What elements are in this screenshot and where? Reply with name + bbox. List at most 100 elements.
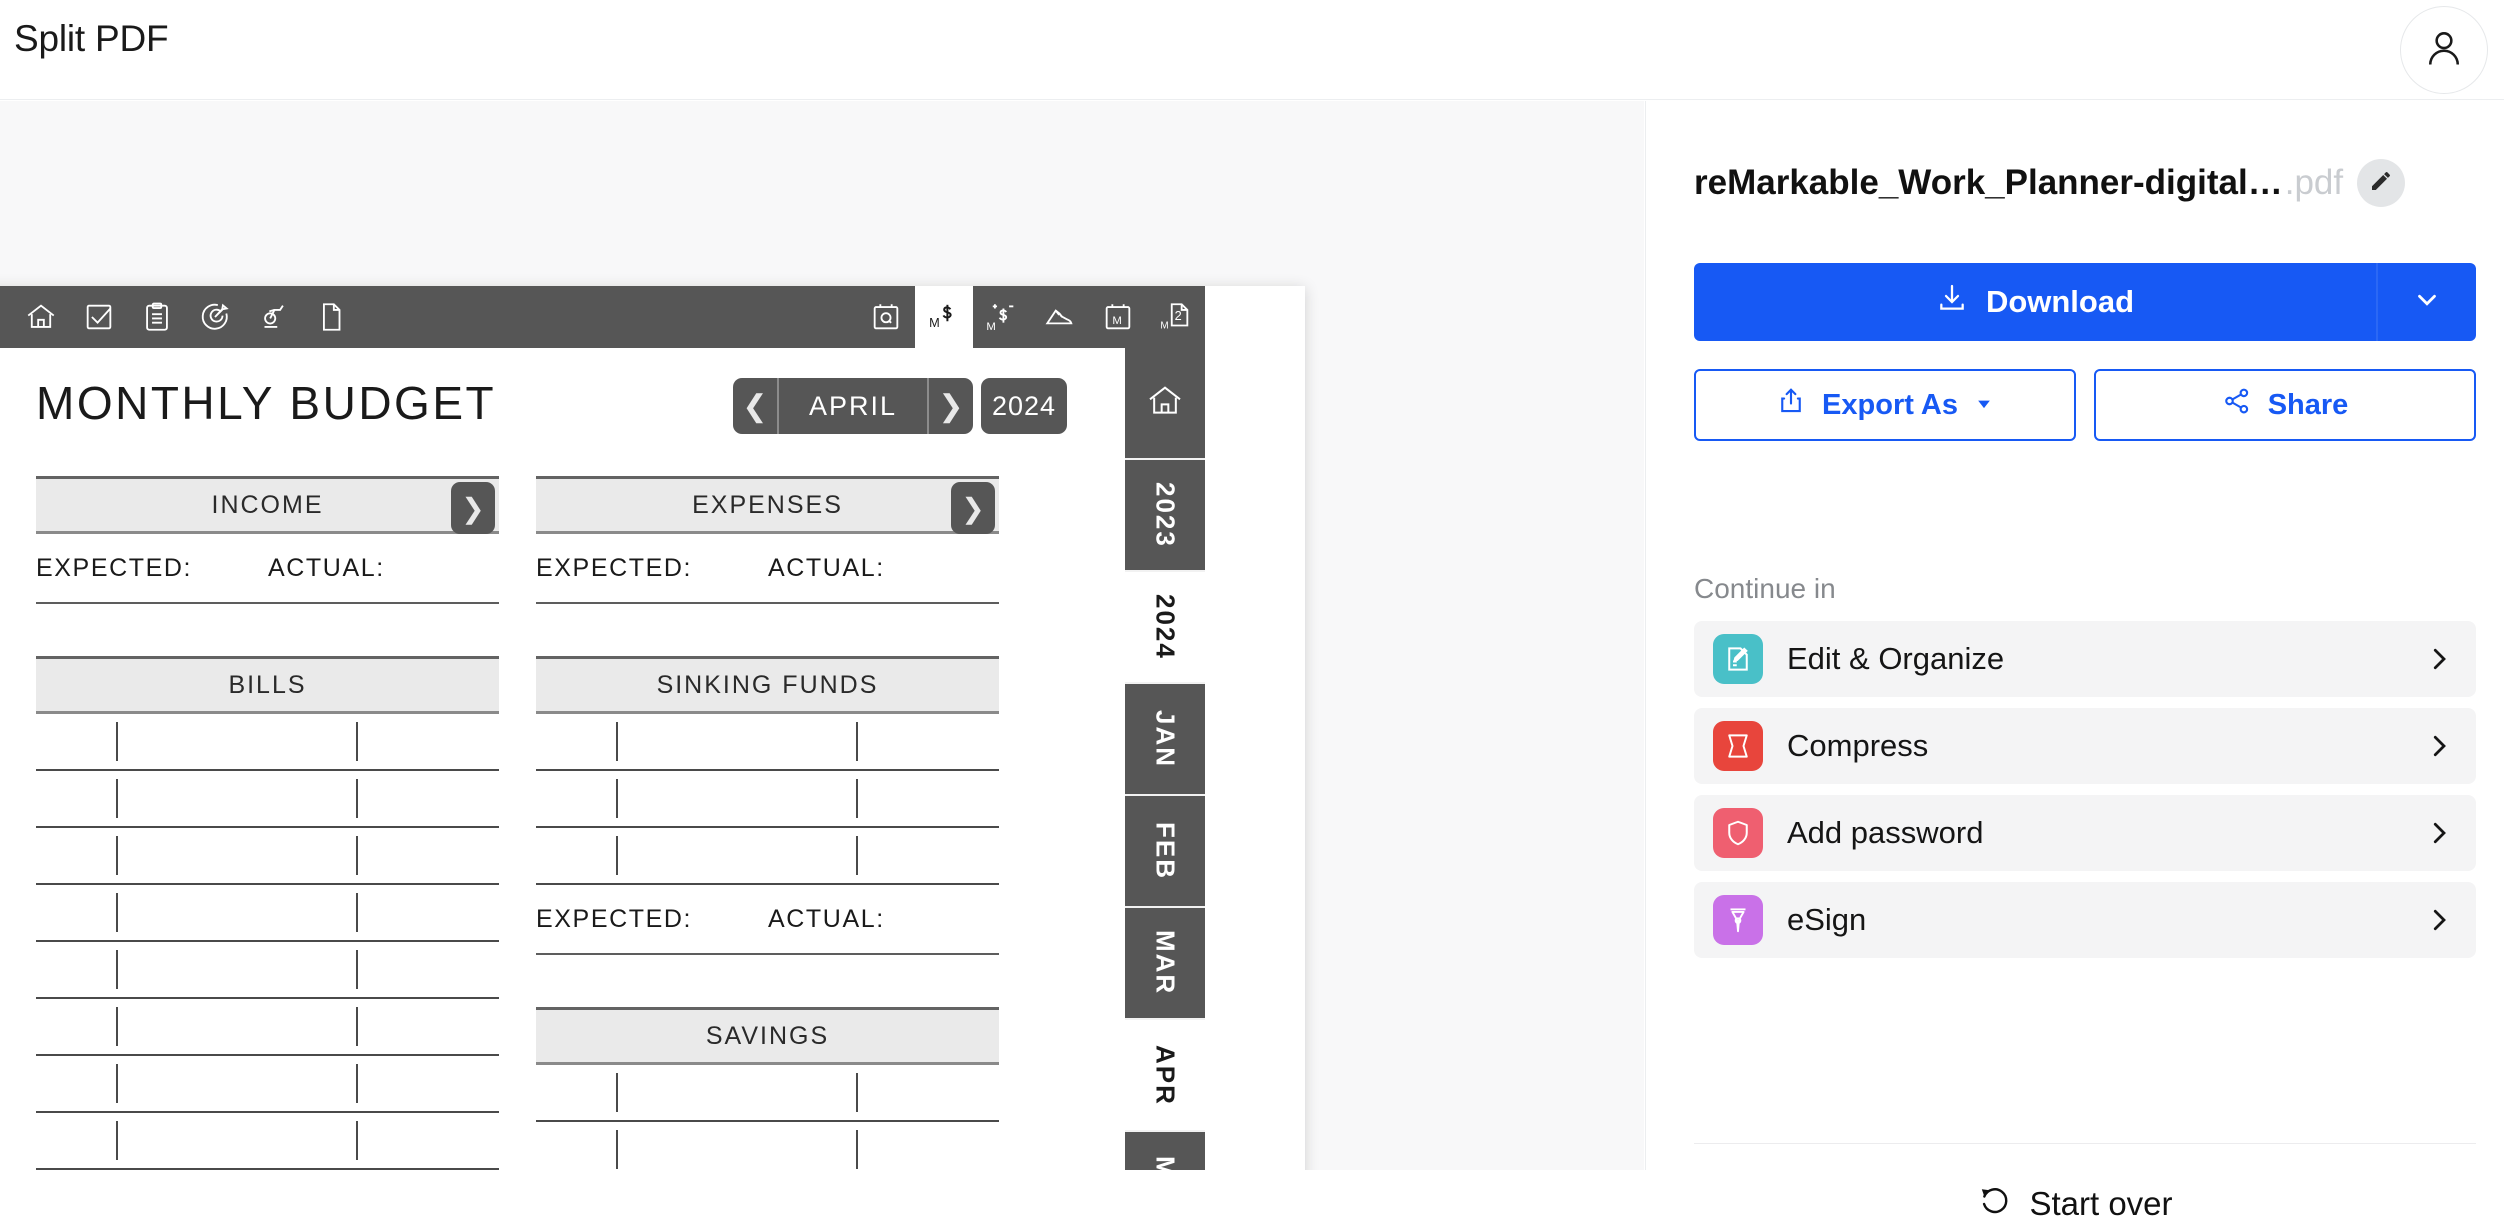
edit-file-name-button[interactable] bbox=[2357, 159, 2406, 207]
side-tab-label: MAR bbox=[1150, 930, 1181, 996]
continue-item-add-password[interactable]: Add password bbox=[1694, 795, 2476, 871]
budget-right-column: EXPENSES ❯ EXPECTED: ACTUAL: SINKING FUN… bbox=[536, 476, 999, 1170]
file-extension: .pdf bbox=[2284, 163, 2344, 202]
expenses-expand-button[interactable]: ❯ bbox=[951, 482, 995, 534]
chevron-right-icon bbox=[2424, 731, 2454, 761]
side-tab-home[interactable] bbox=[1125, 348, 1205, 460]
expected-label: EXPECTED: bbox=[536, 904, 693, 933]
savings-band: SAVINGS bbox=[536, 1007, 999, 1065]
file-name: reMarkable_Work_Planner-digital… bbox=[1694, 163, 2283, 202]
pdf-page: M M M M 2 2023 2024 JAN FEB MAR APR MONT… bbox=[0, 286, 1305, 1170]
next-month-button[interactable]: ❯ bbox=[929, 378, 973, 434]
income-expand-button[interactable]: ❯ bbox=[451, 482, 495, 534]
table-row[interactable] bbox=[36, 828, 499, 885]
page-title: Split PDF bbox=[14, 18, 169, 59]
money-tracker-icon[interactable]: M bbox=[973, 286, 1031, 348]
download-options-button[interactable] bbox=[2378, 263, 2476, 341]
continue-item-label: eSign bbox=[1787, 902, 1867, 937]
month-selector-group: ❮ APRIL ❯ bbox=[733, 378, 973, 434]
share-up-icon bbox=[1776, 386, 1806, 424]
quarter-calendar-icon[interactable] bbox=[857, 286, 915, 348]
side-tab-label: JAN bbox=[1150, 709, 1181, 768]
clipboard-icon[interactable] bbox=[128, 286, 186, 348]
side-tab-feb[interactable]: FEB bbox=[1125, 796, 1205, 908]
month-calendar-icon[interactable]: M bbox=[1089, 286, 1147, 348]
bills-band: BILLS bbox=[36, 656, 499, 714]
checkbox-icon[interactable] bbox=[70, 286, 128, 348]
savings-table bbox=[536, 1065, 999, 1170]
band-label: EXPENSES bbox=[692, 490, 843, 519]
side-tab-2024[interactable]: 2024 bbox=[1125, 572, 1205, 684]
share-button[interactable]: Share bbox=[2094, 369, 2476, 441]
secondary-actions-row: Export As Share bbox=[1694, 369, 2476, 441]
planner-toolbar-right-group: M M M M 2 bbox=[857, 286, 1205, 348]
home-icon bbox=[1145, 381, 1185, 426]
band-label: BILLS bbox=[228, 670, 307, 699]
caret-down-icon bbox=[1974, 389, 1994, 422]
table-row[interactable] bbox=[36, 1056, 499, 1113]
shield-lock-icon bbox=[1713, 808, 1763, 858]
side-tab-label: MAY bbox=[1150, 1156, 1181, 1170]
side-tab-2023[interactable]: 2023 bbox=[1125, 460, 1205, 572]
user-avatar-button[interactable] bbox=[2400, 6, 2488, 94]
share-label: Share bbox=[2267, 388, 2349, 421]
continue-item-edit-organize[interactable]: Edit & Organize bbox=[1694, 621, 2476, 697]
table-row[interactable] bbox=[536, 1122, 999, 1170]
table-row[interactable] bbox=[36, 999, 499, 1056]
current-month-label[interactable]: APRIL bbox=[779, 378, 927, 434]
table-row[interactable] bbox=[36, 714, 499, 771]
continue-item-label: Add password bbox=[1787, 815, 1984, 850]
expected-label: EXPECTED: bbox=[36, 553, 193, 582]
svg-text:M: M bbox=[1112, 315, 1121, 327]
table-row[interactable] bbox=[536, 828, 999, 885]
side-tab-jan[interactable]: JAN bbox=[1125, 684, 1205, 796]
table-row[interactable] bbox=[36, 1113, 499, 1170]
target-icon[interactable] bbox=[186, 286, 244, 348]
bills-table bbox=[36, 714, 499, 1170]
continue-item-esign[interactable]: eSign bbox=[1694, 882, 2476, 958]
current-year-label[interactable]: 2024 bbox=[981, 378, 1067, 434]
table-row[interactable] bbox=[536, 771, 999, 828]
income-expected-actual-row: EXPECTED: ACTUAL: bbox=[36, 534, 499, 604]
edit-organize-icon bbox=[1713, 634, 1763, 684]
undo-arrow-icon bbox=[1977, 1183, 2011, 1225]
prev-month-button[interactable]: ❮ bbox=[733, 378, 777, 434]
pencil-icon bbox=[2369, 169, 2393, 198]
start-over-button[interactable]: Start over bbox=[1646, 1183, 2504, 1225]
side-tab-label: 2024 bbox=[1150, 594, 1181, 660]
side-tab-apr[interactable]: APR bbox=[1125, 1020, 1205, 1132]
download-button[interactable]: Download bbox=[1694, 263, 2378, 341]
shoe-icon[interactable] bbox=[1031, 286, 1089, 348]
planner-toolbar: M M M M 2 bbox=[0, 286, 1205, 348]
export-as-button[interactable]: Export As bbox=[1694, 369, 2076, 441]
expected-label: EXPECTED: bbox=[536, 553, 693, 582]
side-tab-may[interactable]: MAY bbox=[1125, 1132, 1205, 1170]
month-notes-icon[interactable]: M 2 bbox=[1147, 286, 1205, 348]
user-avatar-icon bbox=[2422, 26, 2466, 75]
continue-item-compress[interactable]: Compress bbox=[1694, 708, 2476, 784]
chevron-right-icon bbox=[2424, 818, 2454, 848]
actual-label: ACTUAL: bbox=[268, 553, 385, 582]
svg-text:M: M bbox=[929, 315, 940, 330]
side-tab-mar[interactable]: MAR bbox=[1125, 908, 1205, 1020]
continue-in-label: Continue in bbox=[1694, 573, 1836, 604]
band-label: SINKING FUNDS bbox=[656, 670, 879, 699]
band-label: INCOME bbox=[211, 490, 324, 519]
monthly-budget-icon[interactable]: M bbox=[915, 286, 973, 348]
exercise-bike-icon[interactable] bbox=[244, 286, 302, 348]
table-row[interactable] bbox=[536, 1065, 999, 1122]
budget-title: MONTHLY BUDGET bbox=[36, 377, 497, 429]
actual-label: ACTUAL: bbox=[768, 553, 885, 582]
home-icon[interactable] bbox=[12, 286, 70, 348]
table-row[interactable] bbox=[536, 714, 999, 771]
expenses-band: EXPENSES ❯ bbox=[536, 476, 999, 534]
table-row[interactable] bbox=[36, 885, 499, 942]
table-row[interactable] bbox=[36, 942, 499, 999]
svg-text:M: M bbox=[986, 321, 995, 333]
sinking-expected-actual-row: EXPECTED: ACTUAL: bbox=[536, 885, 999, 955]
pdf-preview-area[interactable]: M M M M 2 2023 2024 JAN FEB MAR APR MONT… bbox=[0, 101, 1644, 1170]
table-row[interactable] bbox=[36, 771, 499, 828]
document-icon[interactable] bbox=[302, 286, 360, 348]
